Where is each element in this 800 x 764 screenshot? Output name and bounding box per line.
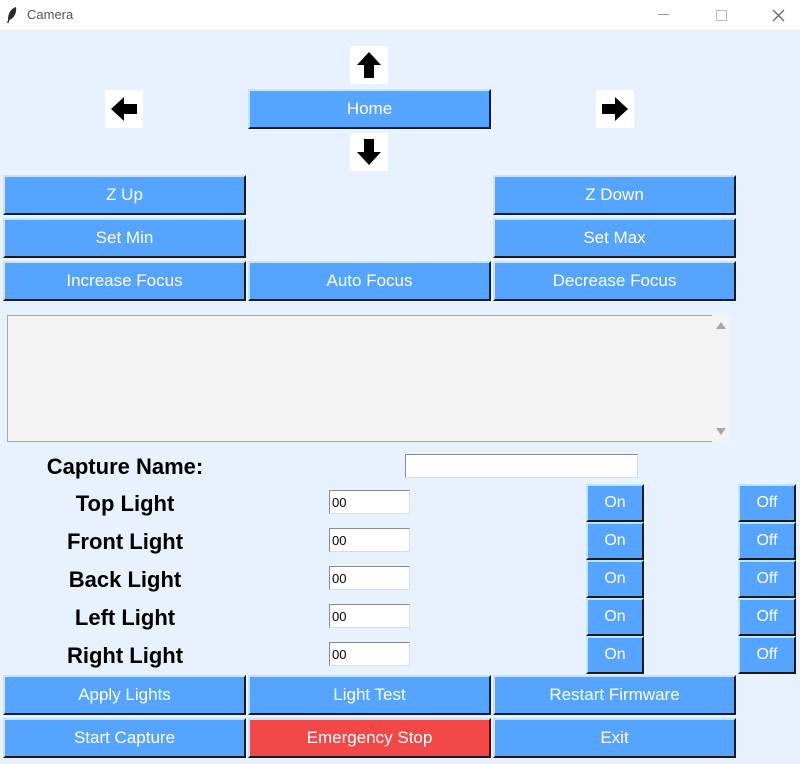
maximize-icon — [715, 9, 727, 21]
move-left-button[interactable] — [105, 90, 143, 128]
set-min-button[interactable]: Set Min — [3, 218, 246, 258]
arrow-left-icon — [111, 97, 137, 121]
window-title: Camera — [27, 7, 74, 22]
front-light-input[interactable] — [329, 528, 410, 552]
capture-name-label: Capture Name: — [46, 454, 204, 479]
set-max-button[interactable]: Set Max — [493, 218, 736, 258]
restart-firmware-button[interactable]: Restart Firmware — [493, 675, 736, 715]
close-icon — [772, 9, 784, 21]
home-button[interactable]: Home — [248, 89, 491, 129]
maximize-button[interactable] — [698, 0, 744, 30]
right-light-label: Right Light — [66, 643, 184, 668]
arrow-right-icon — [602, 97, 628, 121]
close-button[interactable] — [755, 0, 800, 30]
back-light-input[interactable] — [329, 566, 410, 590]
right-light-on-button[interactable]: On — [586, 636, 644, 674]
exit-button[interactable]: Exit — [493, 718, 736, 758]
auto-focus-button[interactable]: Auto Focus — [248, 261, 491, 301]
arrow-down-icon — [357, 139, 381, 165]
light-test-button[interactable]: Light Test — [248, 675, 491, 715]
minimize-button[interactable] — [640, 0, 686, 30]
z-up-button[interactable]: Z Up — [3, 175, 246, 215]
increase-focus-button[interactable]: Increase Focus — [3, 261, 246, 301]
minimize-icon — [657, 14, 669, 15]
feather-icon — [7, 7, 17, 23]
top-light-off-button[interactable]: Off — [738, 484, 796, 522]
z-down-button[interactable]: Z Down — [493, 175, 736, 215]
front-light-on-button[interactable]: On — [586, 522, 644, 560]
emergency-stop-button[interactable]: Emergency Stop — [248, 718, 491, 758]
front-light-off-button[interactable]: Off — [738, 522, 796, 560]
move-up-button[interactable] — [350, 46, 388, 84]
left-light-on-button[interactable]: On — [586, 598, 644, 636]
apply-lights-button[interactable]: Apply Lights — [3, 675, 246, 715]
front-light-label: Front Light — [66, 529, 184, 554]
left-light-off-button[interactable]: Off — [738, 598, 796, 636]
top-light-on-button[interactable]: On — [586, 484, 644, 522]
move-right-button[interactable] — [596, 90, 634, 128]
right-light-off-button[interactable]: Off — [738, 636, 796, 674]
log-textarea[interactable] — [7, 315, 713, 442]
log-scrollbar[interactable] — [712, 315, 730, 442]
capture-name-input[interactable] — [405, 454, 638, 478]
back-light-on-button[interactable]: On — [586, 560, 644, 598]
left-light-input[interactable] — [329, 604, 410, 628]
scroll-up-icon[interactable] — [716, 322, 726, 329]
start-capture-button[interactable]: Start Capture — [3, 718, 246, 758]
scroll-down-icon[interactable] — [716, 428, 726, 435]
title-bar: Camera — [0, 0, 800, 31]
right-light-input[interactable] — [329, 642, 410, 666]
back-light-off-button[interactable]: Off — [738, 560, 796, 598]
back-light-label: Back Light — [68, 567, 182, 592]
top-light-label: Top Light — [75, 491, 175, 516]
decrease-focus-button[interactable]: Decrease Focus — [493, 261, 736, 301]
move-down-button[interactable] — [350, 133, 388, 171]
arrow-up-icon — [357, 52, 381, 78]
left-light-label: Left Light — [74, 605, 176, 630]
top-light-input[interactable] — [329, 490, 410, 514]
